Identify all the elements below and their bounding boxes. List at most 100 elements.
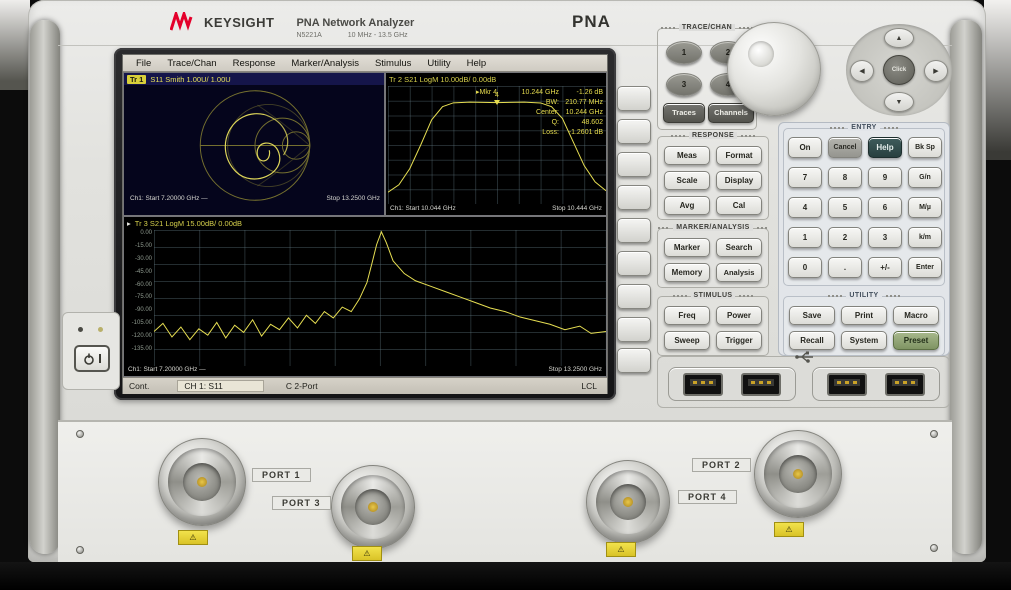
softkey-2[interactable] (617, 119, 651, 144)
key-0[interactable]: 0 (788, 257, 822, 278)
menu-response[interactable]: Response (226, 57, 283, 70)
key-2[interactable]: 2 (828, 227, 862, 248)
port-3-label: PORT 3 (272, 496, 331, 510)
key-8[interactable]: 8 (828, 167, 862, 188)
cal-status: C 2-Port (286, 381, 318, 391)
key-7[interactable]: 7 (788, 167, 822, 188)
smith-chart-window: Tr 1 S11 Smith 1.00U/ 1.00U (123, 72, 385, 216)
power-button[interactable] (74, 345, 110, 372)
analysis-button[interactable]: Analysis (716, 263, 762, 282)
port-4-connector[interactable] (586, 460, 670, 544)
usb-port-3[interactable] (827, 373, 867, 396)
port-3-connector[interactable] (331, 465, 415, 549)
group-marker-analysis: MARKER/ANALYSIS Marker Search Memory Ana… (657, 228, 769, 288)
key-5[interactable]: 5 (828, 197, 862, 218)
print-button[interactable]: Print (841, 306, 887, 325)
search-button[interactable]: Search (716, 238, 762, 257)
menu-utility[interactable]: Utility (420, 57, 457, 70)
macro-button[interactable]: Macro (893, 306, 939, 325)
key-3[interactable]: 3 (868, 227, 902, 248)
on-button[interactable]: On (788, 137, 822, 158)
traces-button[interactable]: Traces (663, 103, 705, 123)
bandpass-window-title: Tr 2 S21 LogM 10.00dB/ 0.00dB (389, 75, 496, 84)
softkey-5[interactable] (617, 218, 651, 243)
arrow-down-button[interactable]: ▼ (884, 92, 914, 112)
product-name-block: PNA Network Analyzer N5221A 10 MHz - 13.… (296, 13, 414, 39)
trace-3-button[interactable]: 3 (666, 73, 702, 96)
key-1[interactable]: 1 (788, 227, 822, 248)
avg-button[interactable]: Avg (664, 196, 710, 215)
softkey-6[interactable] (617, 251, 651, 276)
enter-button[interactable]: Enter (908, 257, 942, 278)
sweep-button[interactable]: Sweep (664, 331, 710, 350)
system-button[interactable]: System (841, 331, 887, 350)
click-button[interactable]: Click (883, 55, 915, 85)
scale-button[interactable]: Scale (664, 171, 710, 190)
group-stimulus: STIMULUS Freq Power Sweep Trigger (657, 296, 769, 356)
trace-1-button[interactable]: 1 (666, 41, 702, 64)
wideband-window-title: Tr 3 S21 LogM 15.00dB/ 0.00dB (135, 219, 242, 228)
channel-status: CH 1: S11 (177, 380, 264, 392)
marker-button[interactable]: Marker (664, 238, 710, 257)
menu-marker-analysis[interactable]: Marker/Analysis (284, 57, 366, 70)
softkey-1[interactable] (617, 86, 651, 111)
menu-help[interactable]: Help (460, 57, 494, 70)
port-1-connector[interactable] (158, 438, 246, 526)
freq-button[interactable]: Freq (664, 306, 710, 325)
units-giga-button[interactable]: G/n (908, 167, 942, 188)
units-kilo-button[interactable]: k/m (908, 227, 942, 248)
usb-port-4[interactable] (885, 373, 925, 396)
key-decimal[interactable]: . (828, 257, 862, 278)
rack-handle-right (950, 20, 982, 554)
units-mega-button[interactable]: M/µ (908, 197, 942, 218)
softkey-9[interactable] (617, 348, 651, 373)
port-4-label: PORT 4 (678, 490, 737, 504)
wideband-plot (154, 230, 606, 366)
meas-button[interactable]: Meas (664, 146, 710, 165)
format-button[interactable]: Format (716, 146, 762, 165)
menu-file[interactable]: File (129, 57, 158, 70)
wideband-y-axis: 0.00-15.00 -30.00-45.00 -60.00-75.00 -90… (126, 230, 152, 352)
softkey-8[interactable] (617, 317, 651, 342)
help-button[interactable]: Help (868, 137, 902, 158)
port-2-connector[interactable] (754, 430, 842, 518)
softkey-3[interactable] (617, 152, 651, 177)
cal-button[interactable]: Cal (716, 196, 762, 215)
softkey-7[interactable] (617, 284, 651, 309)
brand-name: KEYSIGHT (204, 15, 274, 30)
power-button[interactable]: Power (716, 306, 762, 325)
smith-start-label: Ch1: Start 7.20000 GHz — (130, 195, 208, 205)
save-button[interactable]: Save (789, 306, 835, 325)
softkey-4[interactable] (617, 185, 651, 210)
usb-port-2[interactable] (741, 373, 781, 396)
group-entry-title: ENTRY (848, 124, 879, 131)
arrow-left-button[interactable]: ◀ (850, 60, 874, 82)
group-response: RESPONSE Meas Format Scale Display Avg C… (657, 136, 769, 220)
preset-button[interactable]: Preset (893, 331, 939, 350)
power-icon (83, 353, 95, 365)
key-4[interactable]: 4 (788, 197, 822, 218)
cancel-button[interactable]: Cancel (828, 137, 862, 158)
display-button[interactable]: Display (716, 171, 762, 190)
usb-icon (794, 351, 816, 363)
arrow-up-button[interactable]: ▲ (884, 28, 914, 48)
screw (76, 430, 84, 438)
active-trace-badge: Tr 1 (127, 75, 146, 84)
arrow-right-button[interactable]: ▶ (924, 60, 948, 82)
usb-port-1[interactable] (683, 373, 723, 396)
power-on-mark (99, 354, 101, 363)
key-plus-minus[interactable]: +/- (868, 257, 902, 278)
backspace-button[interactable]: Bk Sp (908, 137, 942, 158)
menu-stimulus[interactable]: Stimulus (368, 57, 418, 70)
photo-bottom-edge (0, 562, 1011, 590)
background-corner (984, 0, 1011, 160)
product-title: PNA Network Analyzer (296, 17, 414, 29)
menu-trace-chan[interactable]: Trace/Chan (160, 57, 223, 70)
frequency-range: 10 MHz - 13.5 GHz (348, 32, 408, 39)
memory-button[interactable]: Memory (664, 263, 710, 282)
recall-button[interactable]: Recall (789, 331, 835, 350)
key-6[interactable]: 6 (868, 197, 902, 218)
key-9[interactable]: 9 (868, 167, 902, 188)
trigger-button[interactable]: Trigger (716, 331, 762, 350)
rotary-knob[interactable] (727, 22, 821, 116)
